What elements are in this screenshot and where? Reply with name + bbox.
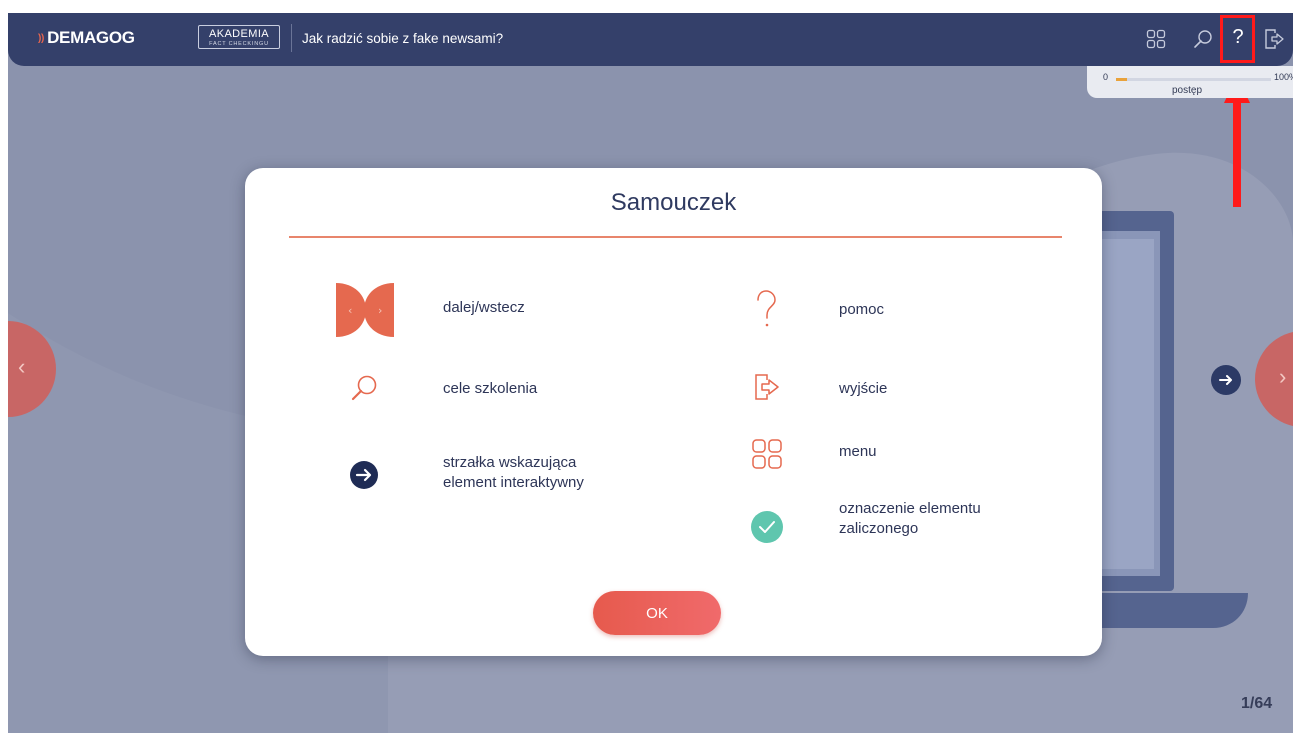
search-button[interactable]	[1191, 27, 1215, 51]
top-bar: )) DEMAGOG AKADEMIA FACT CHECKINGU Jak r…	[8, 13, 1293, 66]
menu-grid-icon	[1146, 29, 1166, 49]
tutorial-dialog: Samouczek ‹ › dalej/wstecz cele szkoleni…	[245, 168, 1102, 656]
brand-name: DEMAGOG	[47, 28, 135, 47]
menu-grid-icon	[749, 436, 785, 472]
help-highlight-box	[1220, 15, 1255, 63]
akademia-sub: FACT CHECKINGU	[209, 41, 269, 47]
exit-icon	[1265, 29, 1284, 49]
exit-icon	[748, 368, 786, 406]
legend-label-help: pomoc	[839, 301, 885, 318]
legend-label-line2: element interaktywny	[443, 473, 584, 491]
progress-track	[1116, 78, 1271, 81]
page-counter: 1/64	[1241, 695, 1273, 712]
legend-label-completed: oznaczenie elementu zaliczonego	[839, 499, 981, 538]
prev-next-icon: ‹ ›	[332, 282, 398, 338]
akademia-main: AKADEMIA	[208, 28, 270, 40]
arrow-right-circle-icon	[347, 458, 381, 492]
dialog-title: Samouczek	[610, 189, 737, 216]
search-icon	[1194, 30, 1212, 48]
check-circle-icon	[748, 508, 786, 546]
legend-label-line1: oznaczenie elementu	[839, 500, 981, 517]
legend-label-prev-next: dalej/wstecz	[443, 299, 525, 316]
arrow-right-icon	[1219, 375, 1232, 385]
progress-panel: 0 100% postęp	[1087, 66, 1293, 98]
exit-button[interactable]	[1263, 27, 1287, 51]
legend-label-goals: cele szkolenia	[443, 380, 538, 397]
legend-label-exit: wyjście	[839, 380, 888, 397]
akademia-logo: AKADEMIA FACT CHECKINGU	[198, 25, 280, 49]
legend-label-interactive-arrow: strzałka wskazująca element interaktywny	[443, 453, 584, 492]
chevron-right-icon: ›	[1279, 364, 1287, 389]
ok-button[interactable]: OK	[593, 591, 721, 635]
svg-text:‹: ‹	[348, 304, 352, 317]
progress-start-label: 0	[1103, 72, 1109, 82]
legend-label-line2: zaliczonego	[839, 519, 919, 537]
progress-fill	[1116, 78, 1127, 81]
signal-icon: ))	[38, 32, 45, 44]
demagog-logo[interactable]: )) DEMAGOG	[38, 28, 135, 48]
progress-label: postęp	[1172, 85, 1203, 96]
chevron-left-icon: ‹	[18, 354, 26, 379]
course-stage: ‹ › )) DEMAGOG AKADEMIA FACT CHECKINGU J…	[8, 13, 1293, 733]
progress-end-label: 100%	[1274, 72, 1293, 82]
course-title: Jak radzić sobie z fake newsami?	[302, 31, 504, 46]
header-divider	[291, 24, 292, 52]
search-icon	[346, 370, 382, 406]
legend-label-line1: strzałka wskazująca	[443, 454, 577, 471]
svg-text:›: ›	[378, 304, 382, 317]
question-icon	[748, 288, 784, 332]
legend-label-menu: menu	[839, 443, 877, 460]
menu-button[interactable]	[1144, 27, 1168, 51]
title-divider	[289, 236, 1062, 238]
interactive-arrow-button[interactable]	[1211, 365, 1241, 395]
